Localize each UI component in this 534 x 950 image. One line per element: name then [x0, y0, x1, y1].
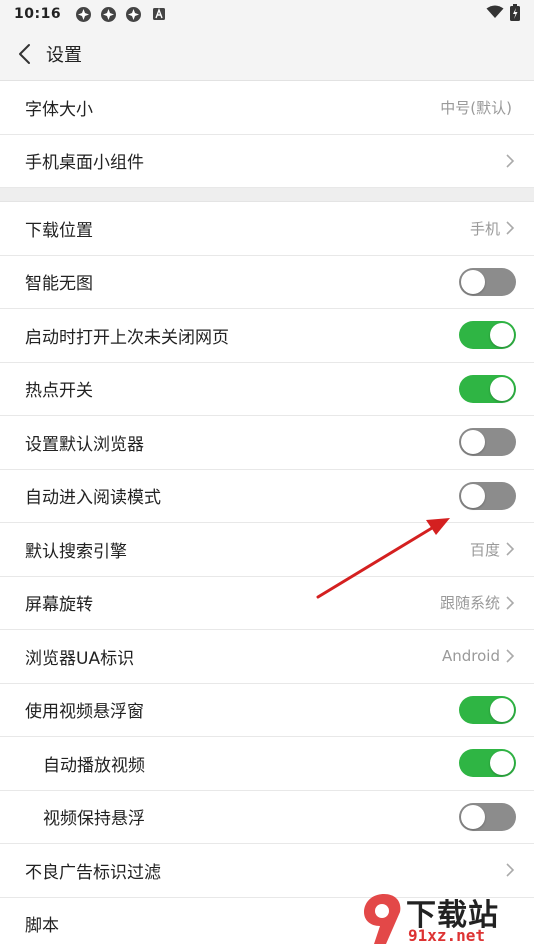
default-browser-toggle[interactable]	[459, 428, 516, 457]
settings-list: 字体大小 中号(默认) 手机桌面小组件 下载位置 手机 智能无图 启动时打开上次…	[0, 81, 534, 950]
setting-keep-floating: 视频保持悬浮	[0, 790, 534, 844]
setting-font-size[interactable]: 字体大小 中号(默认)	[0, 81, 534, 135]
setting-hotspot: 热点开关	[0, 362, 534, 416]
setting-smart-no-image: 智能无图	[0, 255, 534, 309]
setting-user-agent[interactable]: 浏览器UA标识 Android	[0, 630, 534, 684]
chevron-right-icon	[504, 153, 516, 169]
setting-autoplay-video: 自动播放视频	[0, 737, 534, 791]
notification-icon	[125, 6, 142, 23]
setting-restore-pages: 启动时打开上次未关闭网页	[0, 309, 534, 363]
setting-scripts[interactable]: 脚本	[0, 897, 534, 950]
back-button[interactable]	[2, 28, 46, 81]
chevron-right-icon	[504, 220, 516, 236]
hotspot-toggle[interactable]	[459, 374, 516, 403]
notification-icon	[100, 6, 117, 23]
setting-value: Android	[442, 647, 500, 666]
battery-icon	[510, 3, 520, 25]
toggle-knob	[461, 483, 485, 508]
setting-default-browser: 设置默认浏览器	[0, 416, 534, 470]
smart-no-image-toggle[interactable]	[459, 267, 516, 296]
back-arrow-icon	[19, 44, 30, 64]
setting-ad-filter[interactable]: 不良广告标识过滤	[0, 844, 534, 898]
setting-value: 跟随系统	[439, 594, 500, 613]
toggle-knob	[490, 751, 514, 776]
setting-search-engine[interactable]: 默认搜索引擎 百度	[0, 523, 534, 577]
setting-value: 中号(默认)	[440, 98, 512, 117]
setting-label: 智能无图	[25, 274, 93, 295]
wifi-icon	[486, 5, 504, 23]
status-bar: 10:16	[0, 0, 534, 28]
setting-label: 使用视频悬浮窗	[25, 702, 144, 723]
chevron-right-icon	[504, 541, 516, 557]
app-a-icon	[150, 6, 167, 23]
app-header: 设置	[0, 28, 534, 81]
page-title: 设置	[46, 45, 82, 66]
setting-value: 手机	[469, 219, 500, 238]
chevron-right-icon	[504, 648, 516, 664]
chevron-right-icon	[504, 862, 516, 878]
setting-value: 百度	[469, 540, 500, 559]
status-time: 10:16	[14, 6, 62, 22]
setting-label: 设置默认浏览器	[25, 434, 144, 455]
setting-screen-rotation[interactable]: 屏幕旋转 跟随系统	[0, 576, 534, 630]
setting-desktop-widget[interactable]: 手机桌面小组件	[0, 134, 534, 188]
setting-label: 屏幕旋转	[25, 595, 93, 616]
toggle-knob	[461, 804, 485, 829]
setting-label: 不良广告标识过滤	[25, 862, 161, 883]
toggle-knob	[490, 376, 514, 401]
toggle-knob	[461, 269, 485, 294]
toggle-knob	[490, 697, 514, 722]
section-divider	[0, 188, 534, 202]
floating-video-toggle[interactable]	[459, 695, 516, 724]
setting-floating-video: 使用视频悬浮窗	[0, 683, 534, 737]
setting-label: 字体大小	[25, 99, 93, 120]
setting-label: 启动时打开上次未关闭网页	[25, 327, 229, 348]
setting-label: 浏览器UA标识	[25, 648, 135, 669]
setting-label: 脚本	[25, 916, 59, 937]
toggle-knob	[461, 430, 485, 455]
notification-icon	[75, 6, 92, 23]
setting-label: 自动进入阅读模式	[25, 488, 161, 509]
restore-pages-toggle[interactable]	[459, 321, 516, 350]
setting-label: 热点开关	[25, 381, 93, 402]
keep-floating-toggle[interactable]	[459, 802, 516, 831]
setting-download-location[interactable]: 下载位置 手机	[0, 202, 534, 256]
setting-label: 默认搜索引擎	[25, 541, 127, 562]
toggle-knob	[490, 323, 514, 348]
setting-label: 视频保持悬浮	[43, 809, 145, 830]
chevron-right-icon	[504, 595, 516, 611]
notification-icons	[75, 6, 167, 23]
setting-label: 手机桌面小组件	[25, 153, 144, 174]
autoplay-video-toggle[interactable]	[459, 749, 516, 778]
setting-auto-reader-mode: 自动进入阅读模式	[0, 469, 534, 523]
setting-label: 下载位置	[25, 220, 93, 241]
system-icons	[486, 3, 520, 25]
auto-reader-mode-toggle[interactable]	[459, 481, 516, 510]
setting-label: 自动播放视频	[43, 755, 145, 776]
